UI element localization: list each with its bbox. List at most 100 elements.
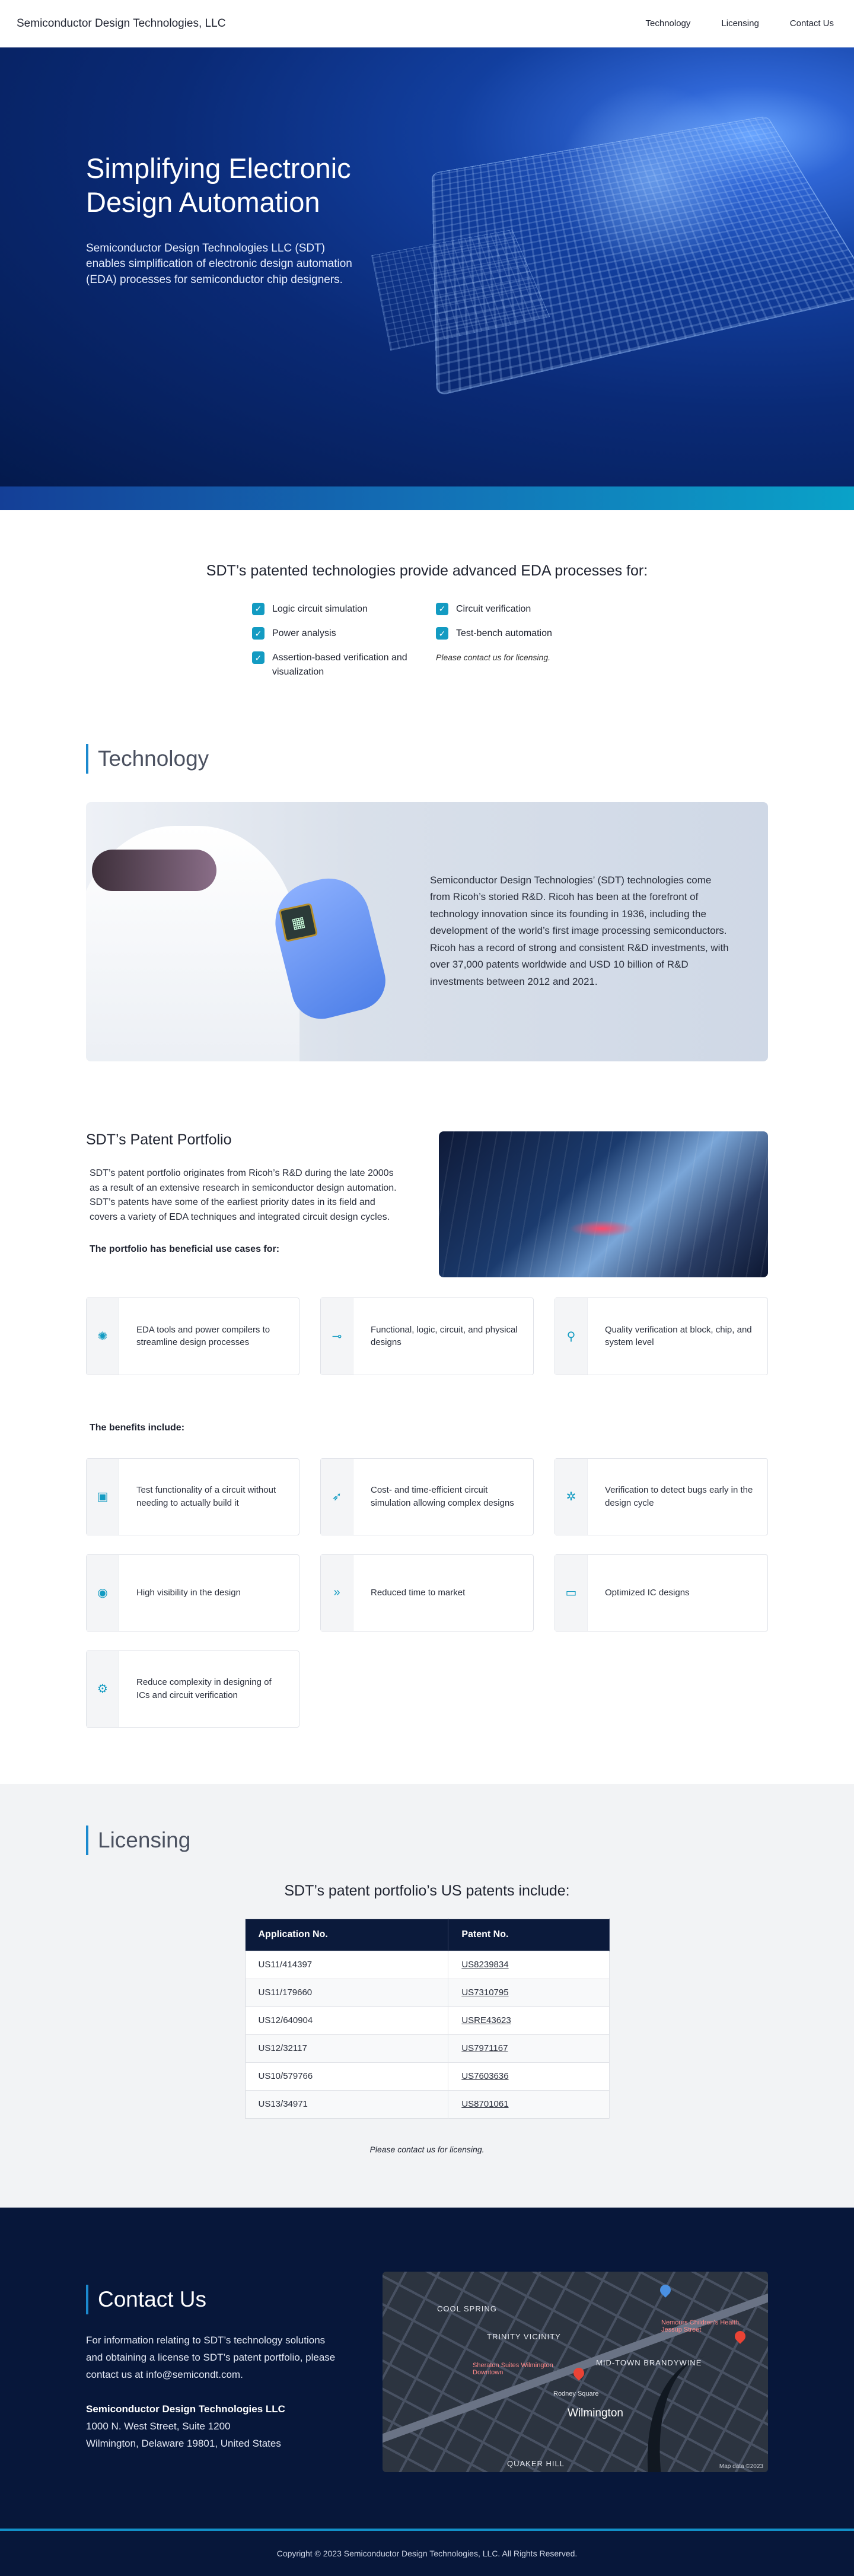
patent-link[interactable]: US7603636 bbox=[461, 2071, 508, 2081]
features-heading: SDT’s patented technologies provide adva… bbox=[0, 562, 854, 580]
patent-cell: US8239834 bbox=[448, 1951, 609, 1979]
contact-info: Contact Us For information relating to S… bbox=[86, 2272, 341, 2472]
hero-description: Semiconductor Design Technologies LLC (S… bbox=[86, 241, 365, 288]
hero-chip-graphic bbox=[432, 116, 854, 396]
card-label: Test functionality of a circuit without … bbox=[119, 1484, 299, 1510]
circuit-board-image bbox=[439, 1131, 768, 1277]
brand-name[interactable]: Semiconductor Design Technologies, LLC bbox=[17, 17, 225, 30]
check-icon: ✓ bbox=[252, 627, 265, 640]
contact-body: For information relating to SDT’s techno… bbox=[86, 2332, 341, 2384]
patent-cell: USRE43623 bbox=[448, 2006, 609, 2034]
map-label: TRINITY VICINITY bbox=[487, 2332, 561, 2341]
table-row: US10/579766 US7603636 bbox=[245, 2062, 609, 2090]
table-row: US11/179660 US7310795 bbox=[245, 1979, 609, 2006]
benefit-card: ⚙ Reduce complexity in designing of ICs a… bbox=[86, 1650, 299, 1728]
card-label: Cost- and time-efficient circuit simulat… bbox=[353, 1484, 533, 1510]
card-label: Optimized IC designs bbox=[588, 1586, 703, 1599]
bug-icon: ✲ bbox=[555, 1459, 588, 1535]
nav-link-technology[interactable]: Technology bbox=[646, 18, 691, 28]
benefit-card: » Reduced time to market bbox=[320, 1554, 534, 1632]
nav-link-licensing[interactable]: Licensing bbox=[721, 18, 759, 28]
rocket-icon: ➶ bbox=[321, 1459, 353, 1535]
technology-section: Technology ▦ Semiconductor Design Techno… bbox=[0, 714, 854, 1061]
benefit-card: ➶ Cost- and time-efficient circuit simula… bbox=[320, 1458, 534, 1535]
patent-cell: US8701061 bbox=[448, 2090, 609, 2118]
portfolio-body: SDT’s patent portfolio originates from R… bbox=[86, 1166, 397, 1225]
top-nav: Semiconductor Design Technologies, LLC T… bbox=[0, 0, 854, 47]
calendar-icon: ▣ bbox=[87, 1459, 119, 1535]
heading-accent-bar bbox=[86, 2285, 88, 2314]
laser-glow bbox=[569, 1220, 635, 1237]
section-heading: Licensing bbox=[86, 1826, 854, 1855]
card-label: Functional, logic, circuit, and physical… bbox=[353, 1324, 533, 1350]
key-icon: ⊸ bbox=[321, 1298, 353, 1375]
patent-link[interactable]: US7971167 bbox=[461, 2043, 508, 2053]
use-cases-grid: ✺ EDA tools and power compilers to stream… bbox=[86, 1297, 768, 1375]
heading-accent-bar bbox=[86, 744, 88, 774]
benefits-grid: ▣ Test functionality of a circuit without… bbox=[86, 1458, 768, 1728]
features-list: ✓ Logic circuit simulation ✓ Circuit verif… bbox=[252, 602, 602, 679]
patents-table: Application No. Patent No. US11/414397 US… bbox=[245, 1919, 610, 2119]
portfolio-section: SDT’s Patent Portfolio SDT’s patent port… bbox=[0, 1061, 854, 1728]
licensing-note: Please contact us for licensing. bbox=[0, 2145, 854, 2154]
feature-item: ✓ Assertion-based verification and visual… bbox=[252, 651, 436, 678]
feature-item: ✓ Power analysis bbox=[252, 626, 436, 640]
map-label: Rodney Square bbox=[553, 2390, 598, 2397]
map-credit: Map data ©2023 bbox=[719, 2463, 763, 2470]
feature-label: Assertion-based verification and visuali… bbox=[272, 651, 436, 678]
feature-item: ✓ Test-bench automation bbox=[436, 626, 602, 640]
nav-link-contact[interactable]: Contact Us bbox=[790, 18, 834, 28]
map-label: QUAKER HILL bbox=[507, 2459, 565, 2468]
microscope-icon: ⚲ bbox=[555, 1298, 588, 1375]
fast-forward-icon: » bbox=[321, 1555, 353, 1631]
patent-link[interactable]: US8239834 bbox=[461, 1960, 508, 1970]
city-address: Wilmington, Delaware 19801, United State… bbox=[86, 2438, 281, 2449]
hero-accent-bar bbox=[0, 486, 854, 510]
patent-link[interactable]: USRE43623 bbox=[461, 2015, 511, 2025]
heading-accent-bar bbox=[86, 1826, 88, 1855]
application-number: US13/34971 bbox=[245, 2090, 448, 2118]
section-heading: Technology bbox=[86, 744, 854, 774]
map-label: MID-TOWN BRANDYWINE bbox=[596, 2358, 702, 2367]
card-label: Reduce complexity in designing of ICs an… bbox=[119, 1676, 299, 1702]
patent-link[interactable]: US8701061 bbox=[461, 2099, 508, 2109]
hero-banner: Simplifying Electronic Design Automation… bbox=[0, 47, 854, 486]
location-map[interactable]: COOL SPRING TRINITY VICINITY MID-TOWN BR… bbox=[383, 2272, 768, 2472]
address-block: Semiconductor Design Technologies LLC 10… bbox=[86, 2401, 341, 2453]
use-case-card: ✺ EDA tools and power compilers to stream… bbox=[86, 1297, 299, 1375]
feature-item: ✓ Circuit verification bbox=[436, 602, 602, 616]
check-icon: ✓ bbox=[436, 603, 448, 615]
table-header-row: Application No. Patent No. bbox=[245, 1919, 609, 1951]
table-row: US12/640904 USRE43623 bbox=[245, 2006, 609, 2034]
chip-icon: ▦ bbox=[279, 903, 318, 942]
benefit-card: ✲ Verification to detect bugs early in th… bbox=[555, 1458, 768, 1535]
benefit-card: ◉ High visibility in the design bbox=[86, 1554, 299, 1632]
use-case-card: ⊸ Functional, logic, circuit, and physica… bbox=[320, 1297, 534, 1375]
technology-card: ▦ Semiconductor Design Technologies’ (SD… bbox=[86, 802, 768, 1061]
card-label: Quality verification at block, chip, and… bbox=[588, 1324, 767, 1350]
card-label: High visibility in the design bbox=[119, 1586, 254, 1599]
goggles bbox=[92, 850, 216, 891]
application-number: US11/414397 bbox=[245, 1951, 448, 1979]
features-licensing-note: Please contact us for licensing. bbox=[436, 651, 602, 678]
settings-icon: ⚙ bbox=[87, 1651, 119, 1727]
features-section: SDT’s patented technologies provide adva… bbox=[0, 510, 854, 714]
card-label: Reduced time to market bbox=[353, 1586, 478, 1599]
feature-label: Circuit verification bbox=[456, 602, 531, 616]
section-heading: Contact Us bbox=[86, 2285, 341, 2314]
patent-link[interactable]: US7310795 bbox=[461, 1987, 508, 1998]
scientist-image: ▦ bbox=[86, 802, 418, 1061]
table-row: US12/32117 US7971167 bbox=[245, 2034, 609, 2062]
patent-cell: US7310795 bbox=[448, 1979, 609, 2006]
contact-heading: Contact Us bbox=[98, 2287, 206, 2312]
footer: Copyright © 2023 Semiconductor Design Te… bbox=[0, 2529, 854, 2576]
use-case-card: ⚲ Quality verification at block, chip, an… bbox=[555, 1297, 768, 1375]
eye-icon: ◉ bbox=[87, 1555, 119, 1631]
use-cases-title: The portfolio has beneficial use cases f… bbox=[86, 1244, 397, 1255]
card-label: EDA tools and power compilers to streaml… bbox=[119, 1324, 299, 1350]
benefit-card: ▣ Test functionality of a circuit without… bbox=[86, 1458, 299, 1535]
patent-cell: US7603636 bbox=[448, 2062, 609, 2090]
technology-body: Semiconductor Design Technologies’ (SDT)… bbox=[430, 872, 732, 991]
application-number: US12/32117 bbox=[245, 2034, 448, 2062]
column-header-application: Application No. bbox=[245, 1919, 448, 1951]
